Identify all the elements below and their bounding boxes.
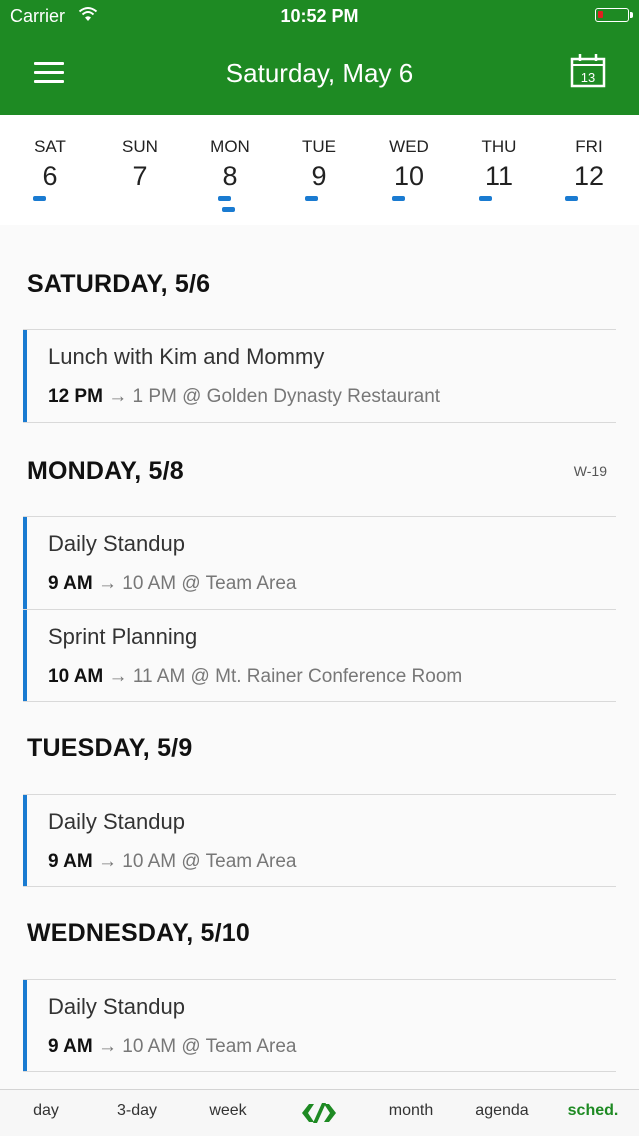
day-name: SUN <box>122 137 158 156</box>
day-number: 9 <box>311 161 327 191</box>
event-item[interactable]: Daily Standup 9 AM → 10 AM @ Team Area <box>23 980 616 1072</box>
event-indicator <box>33 196 46 201</box>
event-start-time: 9 AM <box>48 1036 93 1057</box>
tab-agenda[interactable]: agenda <box>470 1102 534 1120</box>
tab-day[interactable]: day <box>22 1102 70 1120</box>
event-start-time: 9 AM <box>48 573 93 594</box>
tab-week[interactable]: week <box>200 1102 256 1120</box>
divider <box>23 1071 616 1072</box>
app-logo-button[interactable] <box>300 1100 338 1126</box>
page-title: Saturday, May 6 <box>225 58 414 88</box>
tab-month[interactable]: month <box>380 1102 442 1120</box>
day-number: 10 <box>393 161 425 191</box>
day-name: SAT <box>34 137 66 156</box>
event-details: → 1 PM @ Golden Dynasty Restaurant <box>102 386 441 407</box>
event-time: 9 AM → 10 AM @ Team Area <box>48 1036 296 1058</box>
event-details: → 10 AM @ Team Area <box>92 573 297 594</box>
event-time: 9 AM → 10 AM @ Team Area <box>48 573 296 595</box>
divider <box>23 422 616 423</box>
event-details: → 10 AM @ Team Area <box>92 851 297 872</box>
event-start-time: 12 PM <box>48 386 103 407</box>
divider <box>23 886 616 887</box>
event-item[interactable]: Daily Standup 9 AM → 10 AM @ Team Area <box>23 517 616 609</box>
day-name: FRI <box>575 137 603 156</box>
week-number-label: W-19 <box>573 463 607 479</box>
event-details: → 11 AM @ Mt. Rainer Conference Room <box>103 666 463 687</box>
event-indicator <box>565 196 578 201</box>
status-time: 10:52 PM <box>280 6 359 26</box>
day-number: 8 <box>222 161 238 191</box>
battery-level <box>598 11 603 18</box>
day-number: 6 <box>42 161 58 191</box>
event-title: Daily Standup <box>48 809 185 834</box>
event-indicator <box>392 196 405 201</box>
day-name: TUE <box>302 137 336 156</box>
section-header-saturday: SATURDAY, 5/6 <box>27 270 211 298</box>
event-title: Lunch with Kim and Mommy <box>48 344 325 369</box>
calendar-icon-day: 13 <box>581 70 595 85</box>
event-indicator <box>218 196 231 201</box>
day-name: THU <box>481 137 517 156</box>
day-number: 7 <box>132 161 148 191</box>
event-title: Daily Standup <box>48 994 185 1019</box>
calendar-icon: 13 <box>570 54 606 88</box>
bottom-tab-bar: day 3-day week month agenda sched. <box>0 1089 639 1136</box>
day-number: 12 <box>573 161 605 191</box>
week-strip: SAT 6 SUN 7 MON 8 TUE 9 WED 10 THU 11 FR… <box>0 115 639 225</box>
section-header-tuesday: TUESDAY, 5/9 <box>27 734 193 762</box>
event-details: → 10 AM @ Team Area <box>92 1036 297 1057</box>
event-indicator <box>479 196 492 201</box>
app-logo-icon <box>302 1103 336 1123</box>
event-time: 9 AM → 10 AM @ Team Area <box>48 851 296 873</box>
divider <box>23 701 616 702</box>
event-start-time: 10 AM <box>48 666 104 687</box>
day-name: MON <box>210 137 250 156</box>
event-start-time: 9 AM <box>48 851 93 872</box>
event-item[interactable]: Sprint Planning 10 AM → 11 AM @ Mt. Rain… <box>23 610 616 702</box>
event-time: 10 AM → 11 AM @ Mt. Rainer Conference Ro… <box>48 666 462 688</box>
status-bar: Carrier 10:52 PM <box>0 0 639 34</box>
today-button[interactable]: 13 <box>570 52 606 88</box>
app-header: Carrier 10:52 PM Saturday, May 6 13 <box>0 0 639 115</box>
event-title: Sprint Planning <box>48 624 198 649</box>
tab-3-day[interactable]: 3-day <box>107 1102 167 1120</box>
tab-schedule[interactable]: sched. <box>563 1102 623 1120</box>
battery-icon <box>595 8 633 22</box>
section-header-wednesday: WEDNESDAY, 5/10 <box>27 919 250 947</box>
section-header-monday: MONDAY, 5/8 <box>27 457 184 485</box>
event-title: Daily Standup <box>48 531 185 556</box>
event-indicator <box>222 207 235 212</box>
event-indicator <box>305 196 318 201</box>
day-number: 11 <box>484 161 514 191</box>
event-item[interactable]: Lunch with Kim and Mommy 12 PM → 1 PM @ … <box>23 330 616 422</box>
event-time: 12 PM → 1 PM @ Golden Dynasty Restaurant <box>48 386 440 408</box>
day-name: WED <box>389 137 429 156</box>
event-item[interactable]: Daily Standup 9 AM → 10 AM @ Team Area <box>23 795 616 887</box>
app-screen: Carrier 10:52 PM Saturday, May 6 13 SAT … <box>0 0 639 1136</box>
